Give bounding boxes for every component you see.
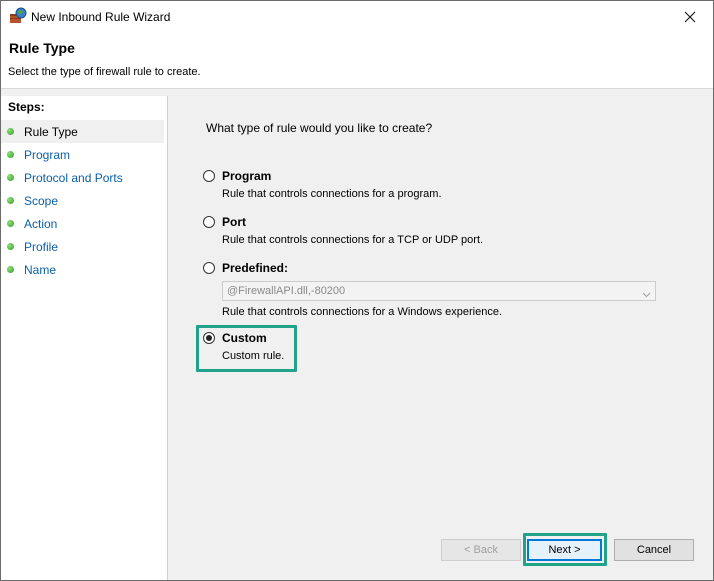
predefined-description: Rule that controls connections for a Win… — [222, 306, 503, 318]
program-radio[interactable] — [203, 170, 215, 182]
step-label: Action — [24, 216, 58, 231]
steps-heading: Steps: — [8, 100, 45, 114]
page-title: Rule Type — [9, 40, 75, 56]
step-label: Profile — [24, 239, 59, 254]
predefined-radio[interactable] — [203, 262, 215, 274]
chevron-down-icon — [642, 286, 651, 304]
steps-list: Rule Type Program Protocol and Ports Sco… — [1, 120, 167, 281]
page-description: Select the type of firewall rule to crea… — [8, 66, 201, 78]
wizard-header: Rule Type Select the type of firewall ru… — [1, 32, 713, 89]
window-title: New Inbound Rule Wizard — [31, 10, 171, 24]
green-dot-icon — [7, 266, 14, 273]
green-dot-icon — [7, 220, 14, 227]
program-description: Rule that controls connections for a pro… — [222, 188, 442, 200]
rule-type-question: What type of rule would you like to crea… — [206, 121, 433, 135]
port-label[interactable]: Port — [222, 215, 246, 229]
predefined-label[interactable]: Predefined: — [222, 261, 288, 275]
step-label: Scope — [24, 193, 59, 208]
predefined-select-value: @FirewallAPI.dll,-80200 — [227, 285, 346, 297]
cancel-button[interactable]: Cancel — [614, 539, 694, 561]
green-dot-icon — [7, 174, 14, 181]
port-description: Rule that controls connections for a TCP… — [222, 234, 484, 246]
next-button-highlight — [523, 533, 607, 566]
step-action[interactable]: Action — [1, 212, 167, 235]
step-name[interactable]: Name — [1, 258, 167, 281]
main-content: What type of rule would you like to crea… — [168, 96, 713, 580]
close-button[interactable] — [667, 1, 713, 32]
step-profile[interactable]: Profile — [1, 235, 167, 258]
step-program[interactable]: Program — [1, 143, 167, 166]
step-protocol-and-ports[interactable]: Protocol and Ports — [1, 166, 167, 189]
green-dot-icon — [7, 243, 14, 250]
port-radio[interactable] — [203, 216, 215, 228]
predefined-select[interactable]: @FirewallAPI.dll,-80200 — [222, 281, 656, 301]
title-bar[interactable]: New Inbound Rule Wizard — [1, 1, 713, 32]
back-button[interactable]: < Back — [441, 539, 521, 561]
step-label: Protocol and Ports — [24, 170, 123, 185]
firewall-wizard-icon — [9, 7, 27, 25]
green-dot-icon — [7, 197, 14, 204]
program-label[interactable]: Program — [222, 169, 271, 183]
step-rule-type[interactable]: Rule Type — [1, 120, 164, 143]
step-scope[interactable]: Scope — [1, 189, 167, 212]
green-dot-icon — [7, 128, 14, 135]
step-label: Program — [24, 147, 71, 162]
steps-sidebar: Steps: Rule Type Program Protocol and Po… — [1, 96, 168, 580]
close-icon — [684, 11, 696, 22]
step-label: Rule Type — [24, 124, 78, 139]
wizard-window: New Inbound Rule Wizard Rule Type Select… — [0, 0, 714, 581]
green-dot-icon — [7, 151, 14, 158]
step-label: Name — [24, 262, 57, 277]
custom-option-highlight — [196, 325, 297, 372]
